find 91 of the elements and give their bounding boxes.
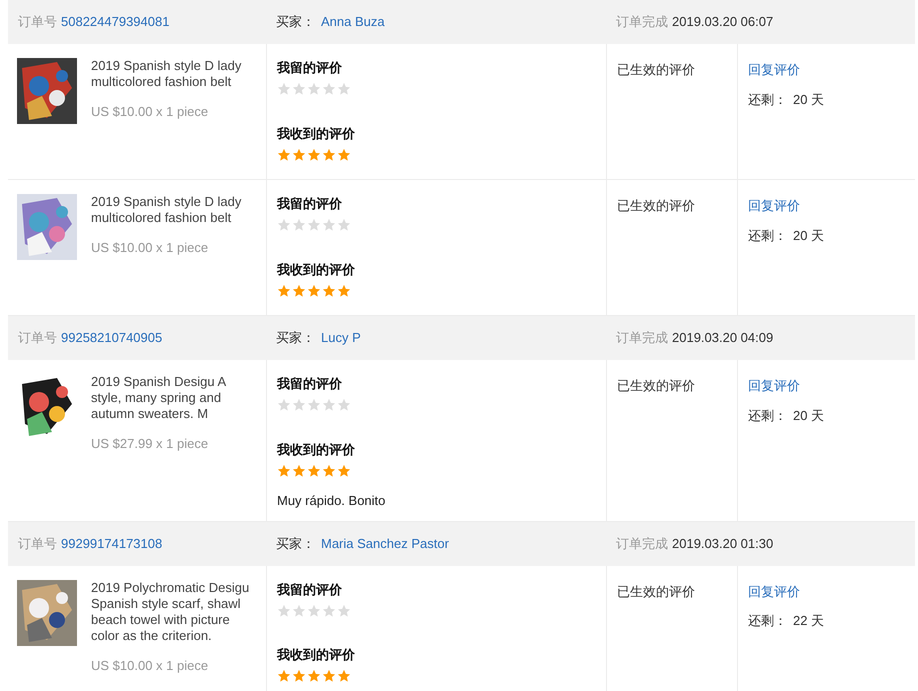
product-title: 2019 Spanish style D lady multicolored fashion belt [91, 58, 242, 90]
star-icon [277, 669, 291, 683]
star-icon [292, 284, 306, 298]
completed-time: 2019.03.20 06:07 [672, 13, 774, 32]
star-icon [277, 82, 291, 96]
star-icon [322, 464, 336, 478]
product-price: US $27.99 x 1 piece [91, 436, 210, 452]
buyer-label: 买家： [276, 329, 315, 348]
my-review-label: 我留的评价 [277, 60, 343, 76]
star-icon [322, 82, 336, 96]
completed-label: 订单完成 [616, 534, 668, 553]
order-number-link[interactable]: 99258210740905 [61, 328, 162, 348]
reply-review-link[interactable]: 回复评价 [748, 196, 800, 216]
star-icon [337, 218, 351, 232]
review-status: 已生效的评价 [617, 198, 695, 213]
star-icon [322, 604, 336, 618]
review-status: 已生效的评价 [617, 378, 695, 393]
star-icon [322, 398, 336, 412]
received-review-label: 我收到的评价 [277, 647, 356, 663]
review-comment: Muy rápido. Bonito [277, 492, 386, 510]
product-price: US $10.00 x 1 piece [91, 658, 210, 674]
received-review-label: 我收到的评价 [277, 442, 356, 458]
star-icon [337, 669, 351, 683]
reply-review-link[interactable]: 回复评价 [748, 60, 800, 80]
product-title: 2019 Spanish Desigu A style, many spring and autumn sweaters. M [91, 374, 227, 422]
star-icon [292, 82, 306, 96]
star-icon [307, 669, 321, 683]
remaining-days: 22 天 [793, 611, 824, 630]
star-icon [277, 284, 291, 298]
completed-time: 2019.03.20 04:09 [672, 329, 774, 348]
order-number-link[interactable]: 508224479394081 [61, 12, 170, 32]
buyer-link[interactable]: Anna Buza [321, 12, 385, 32]
product-title: 2019 Spanish style D lady multicolored fashion belt [91, 194, 242, 226]
review-status: 已生效的评价 [617, 584, 695, 598]
star-icon [292, 218, 306, 232]
my-review-label: 我留的评价 [277, 376, 343, 392]
star-icon [292, 604, 306, 618]
product-price: US $10.00 x 1 piece [91, 240, 210, 256]
star-icon [292, 148, 306, 162]
star-icon [322, 218, 336, 232]
star-icon [322, 669, 336, 683]
star-icon [307, 398, 321, 412]
remaining-label: 还剩： [748, 90, 787, 108]
star-icon [307, 148, 321, 162]
star-icon [277, 398, 291, 412]
star-icon [307, 82, 321, 96]
buyer-link[interactable]: Lucy P [321, 328, 361, 348]
star-icon [337, 398, 351, 412]
review-status: 已生效的评价 [617, 62, 695, 77]
star-icon [307, 464, 321, 478]
reply-review-link[interactable]: 回复评价 [748, 582, 800, 601]
completed-label: 订单完成 [616, 329, 668, 348]
remaining-days: 20 天 [793, 90, 824, 109]
order-number-link[interactable]: 99299174173108 [61, 534, 162, 554]
remaining-label: 还剩： [748, 226, 787, 244]
star-icon [337, 82, 351, 96]
my-review-label: 我留的评价 [277, 582, 343, 598]
star-icon [337, 604, 351, 618]
remaining-days: 20 天 [793, 226, 824, 245]
star-icon [292, 464, 306, 478]
remaining-days: 20 天 [793, 406, 824, 425]
product-title: 2019 Polychromatic Desigu Spanish style scarf, shawl beach towel with picture color as the criterion. [91, 580, 250, 644]
completed-label: 订单完成 [616, 13, 668, 32]
star-icon [322, 284, 336, 298]
received-review-label: 我收到的评价 [277, 262, 356, 278]
star-icon [277, 464, 291, 478]
order-label: 订单号 [18, 329, 57, 348]
product-price: US $10.00 x 1 piece [91, 104, 210, 120]
order-label: 订单号 [18, 534, 57, 553]
star-icon [337, 284, 351, 298]
star-icon [277, 218, 291, 232]
remaining-label: 还剩： [748, 612, 787, 630]
completed-time: 2019.03.20 01:30 [672, 534, 774, 553]
star-icon [307, 604, 321, 618]
remaining-label: 还剩： [748, 406, 787, 424]
star-icon [337, 464, 351, 478]
reply-review-link[interactable]: 回复评价 [748, 376, 800, 396]
star-icon [307, 284, 321, 298]
star-icon [292, 669, 306, 683]
buyer-label: 买家： [276, 534, 315, 553]
order-label: 订单号 [18, 13, 57, 32]
star-icon [277, 148, 291, 162]
star-icon [292, 398, 306, 412]
star-icon [277, 604, 291, 618]
buyer-label: 买家： [276, 13, 315, 32]
star-icon [322, 148, 336, 162]
received-review-label: 我收到的评价 [277, 126, 356, 142]
star-icon [337, 148, 351, 162]
buyer-link[interactable]: Maria Sanchez Pastor [321, 534, 449, 554]
star-icon [307, 218, 321, 232]
my-review-label: 我留的评价 [277, 196, 343, 212]
